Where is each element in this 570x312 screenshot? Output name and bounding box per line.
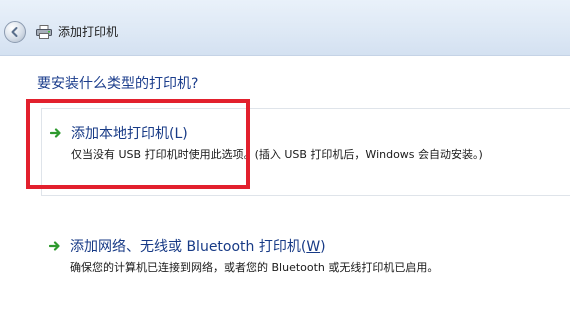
add-local-printer-option[interactable]: 添加本地打印机(L) 仅当没有 USB 打印机时使用此选项。(插入 USB 打印… <box>41 108 570 196</box>
green-arrow-icon <box>50 128 61 138</box>
add-network-printer-description: 确保您的计算机已连接到网络，或者您的 Bluetooth 或无线打印机已启用。 <box>70 261 439 274</box>
add-local-printer-description: 仅当没有 USB 打印机时使用此选项。(插入 USB 打印机后，Windows … <box>71 148 483 161</box>
green-arrow-icon <box>49 241 60 251</box>
add-network-printer-title-suffix: ) <box>320 239 326 255</box>
back-arrow-icon <box>11 27 18 37</box>
add-network-printer-title[interactable]: 添加网络、无线或 Bluetooth 打印机(W) <box>70 236 326 256</box>
add-network-printer-title-prefix: 添加网络、无线或 Bluetooth 打印机( <box>70 239 307 255</box>
printer-icon <box>36 25 52 39</box>
page-heading: 要安装什么类型的打印机? <box>37 76 199 92</box>
window-title: 添加打印机 <box>58 25 119 39</box>
add-network-printer-access-key: W <box>306 239 321 255</box>
title-bar: 添加打印机 <box>0 0 570 56</box>
add-network-printer-option[interactable]: 添加网络、无线或 Bluetooth 打印机(W) 确保您的计算机已连接到网络，… <box>41 226 570 282</box>
back-button[interactable] <box>4 21 26 43</box>
add-local-printer-title[interactable]: 添加本地打印机(L) <box>71 123 188 143</box>
